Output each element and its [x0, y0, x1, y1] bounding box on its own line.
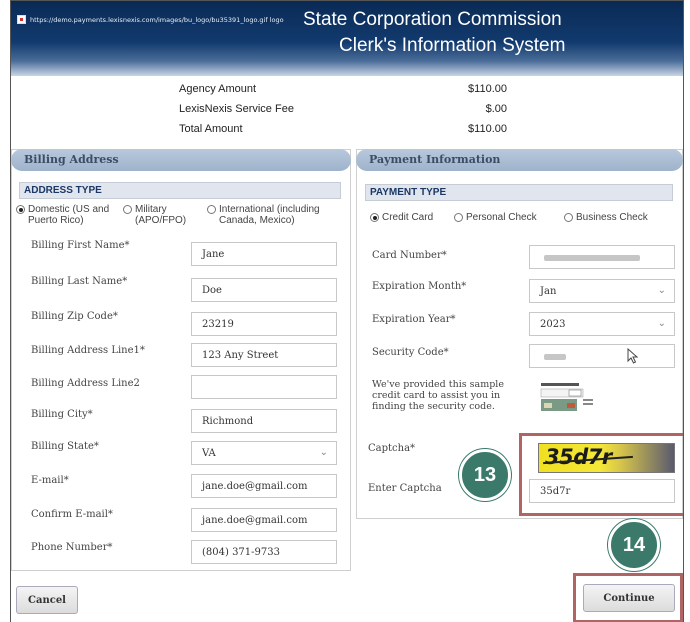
enter-captcha-label: Enter Captcha: [368, 483, 442, 494]
header-title-line2: Clerk's Information System: [339, 35, 566, 56]
radio-button[interactable]: [16, 205, 25, 214]
payment-type-options: Credit Card Personal Check Business Chec…: [370, 212, 675, 223]
expiration-month-label: Expiration Month*: [372, 281, 467, 292]
radio-label: Credit Card: [382, 212, 434, 223]
summary-value: $110.00: [468, 123, 507, 135]
sample-credit-card-image: [539, 379, 595, 415]
billing-first-name-input[interactable]: Jane: [191, 242, 337, 266]
expiration-month-value: Jan: [540, 286, 557, 297]
chevron-down-icon: ⌄: [319, 447, 328, 458]
captcha-highlight-box: [519, 433, 683, 516]
security-code-input[interactable]: [529, 344, 675, 368]
radio-label: Business Check: [576, 212, 648, 223]
radio-button[interactable]: [564, 213, 573, 222]
summary-value: $.00: [485, 103, 507, 115]
radio-button[interactable]: [207, 205, 216, 214]
address-type-military[interactable]: Military (APO/FPO): [123, 204, 199, 226]
expiration-year-label: Expiration Year*: [372, 314, 456, 325]
page-header: https://demo.payments.lexisnexis.com/ima…: [11, 1, 683, 76]
payment-type-personal-check[interactable]: Personal Check: [454, 212, 564, 223]
mouse-cursor-icon: [627, 348, 639, 364]
billing-first-name-label: Billing First Name*: [31, 240, 130, 251]
summary-row-total: Total Amount $110.00: [11, 119, 683, 139]
billing-zip-code-label: Billing Zip Code*: [31, 311, 118, 322]
captcha-label: Captcha*: [368, 443, 416, 454]
billing-address-line2-label: Billing Address Line2: [31, 378, 140, 389]
billing-state-label: Billing State*: [31, 441, 99, 452]
payment-type-business-check[interactable]: Business Check: [564, 212, 664, 223]
summary-row-agency: Agency Amount $110.00: [11, 79, 683, 99]
radio-label: Domestic (US and Puerto Rico): [28, 204, 110, 226]
security-code-label: Security Code*: [372, 347, 449, 358]
radio-button[interactable]: [370, 213, 379, 222]
billing-address-line1-input[interactable]: 123 Any Street: [191, 343, 337, 367]
summary-row-fee: LexisNexis Service Fee $.00: [11, 99, 683, 119]
radio-label: International (including Canada, Mexico): [219, 204, 320, 226]
billing-state-select[interactable]: VA ⌄: [191, 441, 337, 465]
payment-type-credit-card[interactable]: Credit Card: [370, 212, 454, 223]
card-number-label: Card Number*: [372, 250, 447, 261]
header-title-line1: State Corporation Commission: [303, 9, 562, 30]
billing-city-label: Billing City*: [31, 409, 93, 420]
phone-number-label: Phone Number*: [31, 542, 113, 553]
masked-security-code: [544, 354, 566, 360]
billing-zip-code-input[interactable]: 23219: [191, 312, 337, 336]
summary-label: LexisNexis Service Fee: [179, 103, 294, 115]
expiration-month-select[interactable]: Jan ⌄: [529, 279, 675, 303]
billing-state-value: VA: [202, 448, 216, 459]
radio-label: Military (APO/FPO): [135, 204, 187, 226]
cancel-button[interactable]: Cancel: [16, 586, 78, 614]
address-type-heading: ADDRESS TYPE: [19, 182, 341, 199]
phone-number-input[interactable]: (804) 371-9733: [191, 540, 337, 564]
continue-button[interactable]: Continue: [583, 584, 675, 612]
email-input[interactable]: jane.doe@gmail.com: [191, 474, 337, 498]
address-type-domestic[interactable]: Domestic (US and Puerto Rico): [16, 204, 123, 226]
confirm-email-label: Confirm E-mail*: [31, 509, 113, 520]
masked-card-number: [544, 255, 640, 261]
radio-button[interactable]: [454, 213, 463, 222]
email-label: E-mail*: [31, 475, 69, 486]
card-number-input[interactable]: [529, 245, 675, 269]
payment-panel-title: Payment Information: [356, 149, 683, 171]
payment-type-heading: PAYMENT TYPE: [365, 184, 673, 201]
radio-label: Personal Check: [466, 212, 537, 223]
summary-label: Agency Amount: [179, 83, 257, 95]
broken-logo-alt-text: https://demo.payments.lexisnexis.com/ima…: [30, 15, 284, 24]
address-type-international[interactable]: International (including Canada, Mexico): [199, 204, 339, 226]
sample-card-hint: We've provided this sample credit card t…: [372, 379, 504, 412]
billing-last-name-input[interactable]: Doe: [191, 278, 337, 302]
billing-panel-title: Billing Address: [11, 149, 351, 171]
summary-value: $110.00: [468, 83, 507, 95]
step-14-badge: 14: [608, 519, 660, 571]
amount-summary: Agency Amount $110.00 LexisNexis Service…: [11, 79, 683, 139]
chevron-down-icon: ⌄: [657, 285, 666, 296]
confirm-email-input[interactable]: jane.doe@gmail.com: [191, 508, 337, 532]
chevron-down-icon: ⌄: [657, 318, 666, 329]
billing-address-line1-label: Billing Address Line1*: [31, 345, 145, 356]
summary-label: Total Amount: [179, 123, 243, 135]
billing-address-line2-input[interactable]: [191, 375, 337, 399]
radio-button[interactable]: [123, 205, 132, 214]
broken-image-icon: [17, 15, 26, 24]
step-13-badge: 13: [459, 449, 511, 501]
address-type-options: Domestic (US and Puerto Rico) Military (…: [16, 204, 346, 226]
billing-city-input[interactable]: Richmond: [191, 409, 337, 433]
billing-last-name-label: Billing Last Name*: [31, 276, 128, 287]
payment-page: https://demo.payments.lexisnexis.com/ima…: [10, 0, 684, 622]
broken-logo-image: https://demo.payments.lexisnexis.com/ima…: [17, 15, 284, 24]
expiration-year-value: 2023: [540, 319, 566, 330]
expiration-year-select[interactable]: 2023 ⌄: [529, 312, 675, 336]
